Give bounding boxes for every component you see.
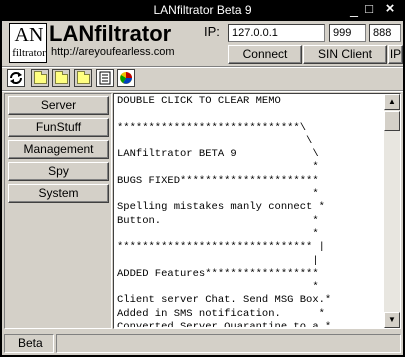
app-brand: LANfiltrator — [49, 21, 172, 46]
window-title: LANfiltrator Beta 9 — [153, 3, 252, 17]
close-icon[interactable]: × — [382, 1, 398, 17]
client-area: AN filtrator LANfiltrator http://areyouf… — [2, 21, 403, 355]
refresh-icon[interactable] — [7, 69, 25, 87]
server-button[interactable]: Server — [8, 96, 109, 115]
vertical-scrollbar[interactable]: ▲ ▼ — [384, 94, 400, 328]
spy-button[interactable]: Spy — [8, 162, 109, 181]
scroll-down-icon[interactable]: ▼ — [384, 312, 400, 328]
status-bar: Beta — [2, 333, 403, 355]
ip-address-input[interactable]: 127.0.0.1 — [228, 24, 325, 42]
port2-input[interactable]: 888 — [369, 24, 401, 42]
folder-icon[interactable] — [74, 69, 92, 87]
connect-button[interactable]: Connect — [228, 45, 302, 64]
scroll-thumb[interactable] — [384, 111, 400, 131]
ip-label: IP: — [204, 24, 220, 39]
folder-icon[interactable] — [52, 69, 70, 87]
maximize-icon[interactable]: □ — [362, 2, 376, 16]
sin-client-button[interactable]: SIN Client — [303, 45, 387, 64]
funstuff-button[interactable]: FunStuff — [8, 118, 109, 137]
document-icon[interactable] — [96, 69, 114, 87]
toolbar-separator — [2, 90, 403, 92]
memo-text[interactable]: DOUBLE CLICK TO CLEAR MEMO *************… — [117, 95, 383, 327]
logo-bottom-text: filtrator — [12, 47, 46, 59]
logo-top-text: AN — [14, 24, 44, 46]
app-window: LANfiltrator Beta 9 _ □ × AN filtrator L… — [0, 0, 405, 357]
header-separator — [2, 66, 403, 68]
ip-button[interactable]: IP — [388, 45, 403, 64]
scroll-up-icon[interactable]: ▲ — [384, 94, 400, 110]
menu-panel: Server FunStuff Management Spy System — [4, 93, 112, 329]
chart-icon[interactable] — [117, 69, 135, 87]
status-panel-version: Beta — [4, 334, 54, 353]
minimize-icon[interactable]: _ — [346, 2, 362, 18]
port1-input[interactable]: 999 — [329, 24, 366, 42]
status-panel-message — [56, 334, 401, 353]
folder-icon[interactable] — [31, 69, 49, 87]
title-bar[interactable]: LANfiltrator Beta 9 _ □ × — [0, 0, 405, 21]
logo: AN filtrator — [9, 23, 47, 63]
system-button[interactable]: System — [8, 184, 109, 203]
website-url: http://areyoufearless.com — [51, 46, 175, 58]
management-button[interactable]: Management — [8, 140, 109, 159]
memo-box[interactable]: DOUBLE CLICK TO CLEAR MEMO *************… — [113, 93, 401, 329]
